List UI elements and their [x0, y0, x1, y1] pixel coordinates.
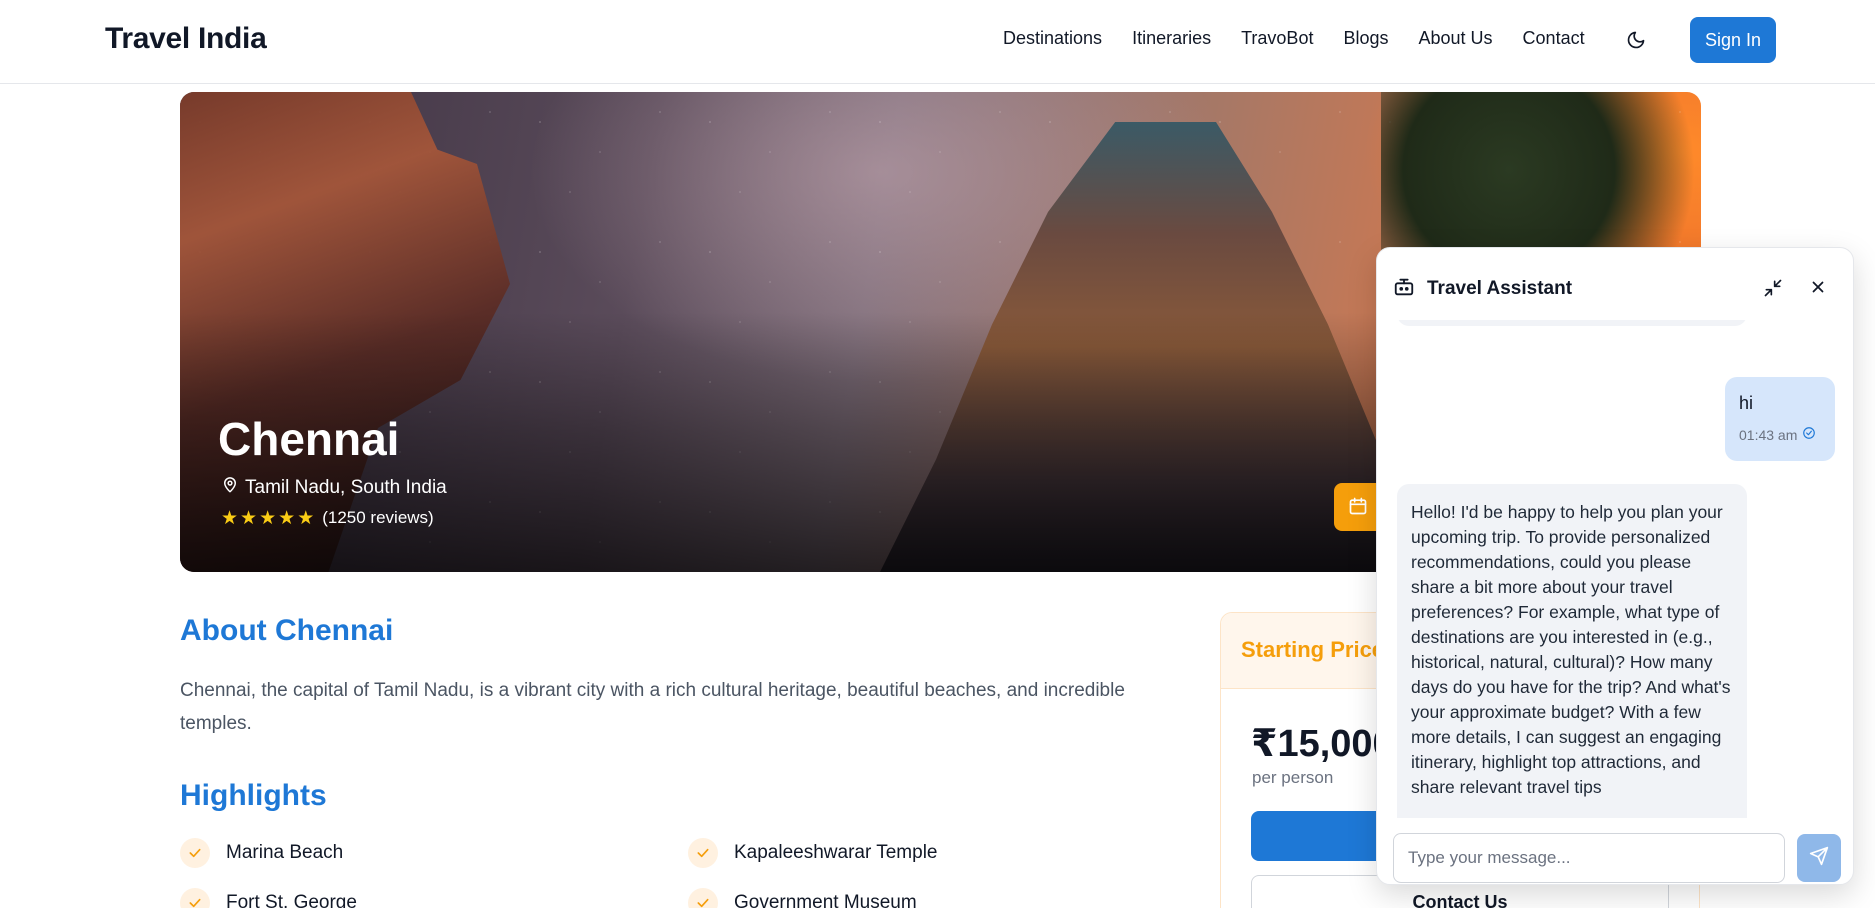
about-description: Chennai, the capital of Tamil Nadu, is a…	[180, 680, 1125, 734]
price-unit: per person	[1252, 768, 1334, 787]
highlight-item: Marina Beach	[180, 838, 343, 868]
send-button[interactable]	[1797, 834, 1841, 882]
highlight-label: Government Museum	[734, 892, 917, 908]
check-icon	[688, 838, 718, 868]
star-icon: ★	[278, 507, 296, 529]
minimize-icon[interactable]	[1763, 278, 1783, 303]
calendar-icon	[1348, 496, 1368, 521]
nav-travobot[interactable]: TravoBot	[1241, 28, 1313, 49]
bot-icon	[1393, 276, 1415, 303]
chat-messages[interactable]: hi 01:43 am Hello! I'd be happy to help …	[1377, 320, 1853, 818]
read-check-icon	[1802, 426, 1816, 443]
message-time: 01:43 am	[1739, 426, 1821, 443]
moon-icon[interactable]	[1624, 28, 1648, 52]
map-pin-icon	[221, 476, 239, 500]
about-heading: About Chennai	[180, 614, 394, 647]
star-icon: ★	[297, 507, 315, 529]
bot-message: Hello! I'd be happy to help you plan you…	[1397, 484, 1747, 818]
highlight-label: Fort St. George	[226, 892, 357, 908]
chat-header: Travel Assistant	[1377, 248, 1853, 320]
review-count: (1250 reviews)	[322, 508, 434, 527]
brand-logo[interactable]: Travel India	[105, 22, 267, 56]
user-message: hi 01:43 am	[1725, 377, 1835, 461]
destination-location: Tamil Nadu, South India	[221, 476, 447, 500]
previous-message	[1397, 320, 1747, 326]
check-icon	[180, 838, 210, 868]
highlight-item: Fort St. George	[180, 888, 357, 908]
price-value: ₹15,000	[1251, 723, 1394, 765]
star-icon: ★	[259, 507, 277, 529]
star-icon: ★	[221, 507, 239, 529]
location-text: Tamil Nadu, South India	[245, 477, 447, 498]
main-nav: Destinations Itineraries TravoBot Blogs …	[1003, 28, 1615, 49]
nav-about-us[interactable]: About Us	[1419, 28, 1493, 49]
sign-in-button[interactable]: Sign In	[1690, 17, 1776, 63]
highlight-label: Marina Beach	[226, 842, 344, 863]
chat-title: Travel Assistant	[1427, 278, 1573, 299]
highlights-heading: Highlights	[180, 779, 327, 812]
nav-contact[interactable]: Contact	[1523, 28, 1585, 49]
user-message-text: hi	[1739, 393, 1754, 413]
chat-widget: Travel Assistant hi 01:43 am Hello! I'd …	[1376, 247, 1854, 885]
top-navbar: Travel India Destinations Itineraries Tr…	[0, 0, 1875, 84]
close-icon[interactable]	[1809, 278, 1827, 301]
destination-title: Chennai	[218, 413, 400, 465]
nav-blogs[interactable]: Blogs	[1343, 28, 1388, 49]
nav-itineraries[interactable]: Itineraries	[1132, 28, 1211, 49]
star-icon: ★	[240, 507, 258, 529]
check-icon	[688, 888, 718, 908]
nav-destinations[interactable]: Destinations	[1003, 28, 1102, 49]
rating: ★ ★ ★ ★ ★ (1250 reviews)	[221, 508, 434, 528]
check-icon	[180, 888, 210, 908]
message-timestamp: 01:43 am	[1739, 426, 1798, 443]
highlight-item: Kapaleeshwarar Temple	[688, 838, 938, 868]
highlight-label: Kapaleeshwarar Temple	[734, 842, 938, 863]
chat-message-input[interactable]	[1393, 833, 1785, 883]
send-icon	[1809, 846, 1829, 871]
highlight-item: Government Museum	[688, 888, 917, 908]
